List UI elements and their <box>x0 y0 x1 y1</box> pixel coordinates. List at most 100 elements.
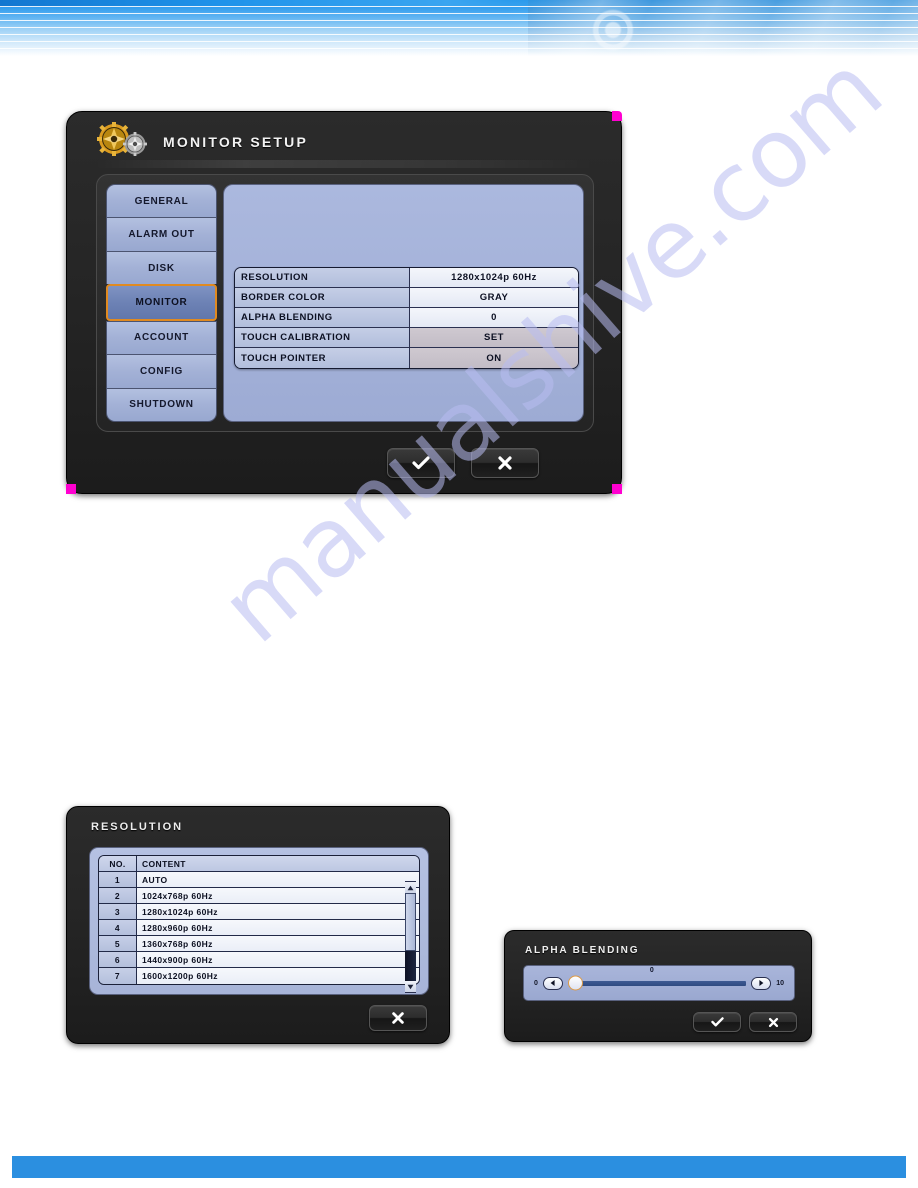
setting-value-resolution[interactable]: 1280x1024p 60Hz <box>410 268 578 288</box>
settings-pane: RESOLUTION 1280x1024p 60Hz BORDER COLOR … <box>223 184 584 422</box>
slider-max-label: 10 <box>776 979 784 987</box>
row-number: 1 <box>99 872 137 888</box>
check-icon <box>710 1017 724 1027</box>
corner-artifact-bottom-left <box>66 484 76 494</box>
table-header-row: NO. CONTENT <box>99 856 419 872</box>
close-icon <box>392 1012 404 1024</box>
slider-track[interactable] <box>577 980 747 986</box>
dialog-body: GENERAL ALARM OUT DISK MONITOR ACCOUNT C… <box>96 174 594 432</box>
table-row[interactable]: 4 1280x960p 60Hz <box>99 920 419 936</box>
page-footer-bar <box>12 1156 906 1178</box>
cancel-button[interactable] <box>471 448 539 478</box>
right-arrow-icon <box>759 980 764 986</box>
table-row[interactable]: TOUCH CALIBRATION SET <box>235 328 578 348</box>
setting-value-border-color[interactable]: GRAY <box>410 288 578 308</box>
table-row[interactable]: TOUCH POINTER ON <box>235 348 578 368</box>
scroll-down-button[interactable] <box>405 981 416 992</box>
sidebar-item-shutdown[interactable]: SHUTDOWN <box>106 387 217 422</box>
row-number: 3 <box>99 904 137 920</box>
row-content[interactable]: 1280x1024p 60Hz <box>137 904 419 920</box>
row-number: 4 <box>99 920 137 936</box>
column-header-no: NO. <box>99 856 137 872</box>
sidebar-item-general[interactable]: GENERAL <box>106 184 217 218</box>
check-icon <box>412 456 430 470</box>
corner-artifact-top-right <box>612 111 622 121</box>
sidebar-item-label: ACCOUNT <box>134 332 189 344</box>
row-number: 7 <box>99 968 137 984</box>
row-content[interactable]: AUTO <box>137 872 419 888</box>
setting-label: TOUCH CALIBRATION <box>235 328 410 348</box>
alpha-dialog-footer <box>693 1012 797 1032</box>
table-row[interactable]: 1 AUTO <box>99 872 419 888</box>
setting-value-touch-calibration[interactable]: SET <box>410 328 578 348</box>
sidebar-item-label: GENERAL <box>134 195 189 207</box>
titlebar-sheen <box>95 160 595 168</box>
table-row[interactable]: 6 1440x900p 60Hz <box>99 952 419 968</box>
alpha-blending-dialog: ALPHA BLENDING 0 0 10 <box>504 930 812 1042</box>
alpha-dialog-title: ALPHA BLENDING <box>525 945 640 956</box>
setting-label: TOUCH POINTER <box>235 348 410 368</box>
list-scrollbar[interactable] <box>405 881 416 993</box>
setting-label: ALPHA BLENDING <box>235 308 410 328</box>
row-content[interactable]: 1280x960p 60Hz <box>137 920 419 936</box>
sidebar-item-label: CONFIG <box>139 365 184 377</box>
resolution-list-panel: NO. CONTENT 1 AUTO 2 1024x768p 60Hz 3 12… <box>89 847 429 995</box>
page-header-banner <box>0 0 918 56</box>
table-row[interactable]: 3 1280x1024p 60Hz <box>99 904 419 920</box>
scrollbar-track[interactable] <box>405 893 416 981</box>
slider-min-label: 0 <box>534 979 538 987</box>
slider-handle[interactable] <box>567 975 583 991</box>
row-content[interactable]: 1600x1200p 60Hz <box>137 968 419 984</box>
slider-value-label: 0 <box>649 967 654 974</box>
row-content[interactable]: 1360x768p 60Hz <box>137 936 419 952</box>
row-content[interactable]: 1024x768p 60Hz <box>137 888 419 904</box>
sidebar-item-disk[interactable]: DISK <box>106 250 217 285</box>
scroll-up-icon <box>407 885 414 890</box>
close-icon <box>768 1017 778 1027</box>
row-content[interactable]: 1440x900p 60Hz <box>137 952 419 968</box>
confirm-button[interactable] <box>693 1012 741 1032</box>
setting-value-touch-pointer[interactable]: ON <box>410 348 578 368</box>
settings-table: RESOLUTION 1280x1024p 60Hz BORDER COLOR … <box>234 267 579 369</box>
confirm-button[interactable] <box>387 448 455 478</box>
table-row[interactable]: 7 1600x1200p 60Hz <box>99 968 419 984</box>
alpha-slider[interactable]: 0 <box>567 967 747 998</box>
sidebar-item-alarm-out[interactable]: ALARM OUT <box>106 217 217 251</box>
sidebar-menu: GENERAL ALARM OUT DISK MONITOR ACCOUNT C… <box>106 184 217 422</box>
setting-label: RESOLUTION <box>235 268 410 288</box>
row-number: 6 <box>99 952 137 968</box>
sidebar-item-config[interactable]: CONFIG <box>106 354 217 388</box>
sidebar-item-label: DISK <box>148 262 175 274</box>
header-fade-overlay <box>0 0 918 56</box>
sidebar-item-monitor[interactable]: MONITOR <box>106 284 217 321</box>
increment-button[interactable] <box>751 976 772 990</box>
setting-value-alpha-blending[interactable]: 0 <box>410 308 578 328</box>
corner-artifact-bottom-right <box>612 484 622 494</box>
sidebar-item-label: SHUTDOWN <box>129 399 194 411</box>
sidebar-item-label: MONITOR <box>135 296 188 308</box>
dialog-footer <box>96 447 594 479</box>
page-title: MONITOR SETUP <box>163 134 309 150</box>
gears-icon <box>97 120 153 164</box>
scroll-down-icon <box>407 984 414 989</box>
monitor-setup-dialog: MONITOR SETUP GENERAL ALARM OUT DISK MON… <box>66 111 622 494</box>
table-row[interactable]: BORDER COLOR GRAY <box>235 288 578 308</box>
scrollbar-thumb[interactable] <box>405 893 416 951</box>
alpha-slider-panel: 0 0 10 <box>523 965 795 1001</box>
scroll-up-button[interactable] <box>405 882 416 893</box>
table-row[interactable]: ALPHA BLENDING 0 <box>235 308 578 328</box>
row-number: 2 <box>99 888 137 904</box>
resolution-dialog-title: RESOLUTION <box>91 821 184 833</box>
left-arrow-icon <box>550 980 555 986</box>
cancel-button[interactable] <box>749 1012 797 1032</box>
sidebar-item-account[interactable]: ACCOUNT <box>106 320 217 355</box>
cancel-button[interactable] <box>369 1005 427 1031</box>
table-row[interactable]: RESOLUTION 1280x1024p 60Hz <box>235 268 578 288</box>
resolution-table: NO. CONTENT 1 AUTO 2 1024x768p 60Hz 3 12… <box>98 855 420 985</box>
table-row[interactable]: 5 1360x768p 60Hz <box>99 936 419 952</box>
decrement-button[interactable] <box>542 976 563 990</box>
table-row[interactable]: 2 1024x768p 60Hz <box>99 888 419 904</box>
row-number: 5 <box>99 936 137 952</box>
column-header-content: CONTENT <box>137 856 419 872</box>
setting-label: BORDER COLOR <box>235 288 410 308</box>
